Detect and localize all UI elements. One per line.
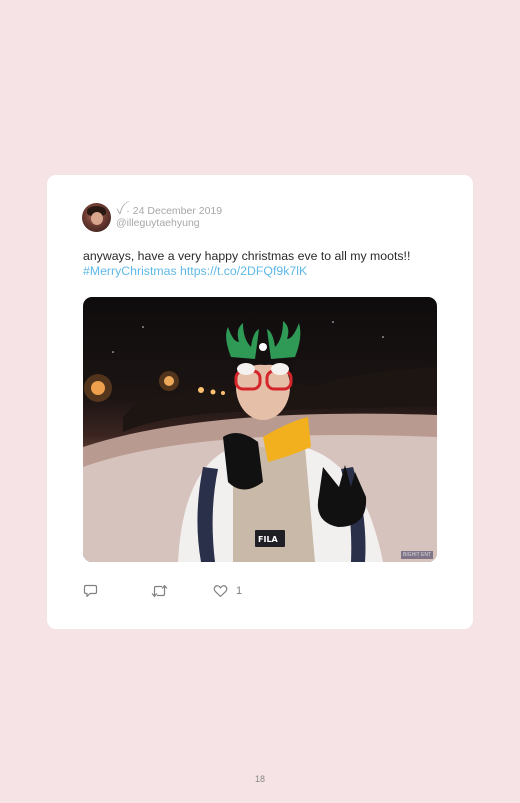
retweet-button[interactable] <box>151 584 213 598</box>
url-link[interactable]: https://t.co/2DFQf9k7lK <box>180 264 307 278</box>
tweet-card: ꪜ · 24 December 2019 @illeguytaehyung an… <box>47 175 473 629</box>
meta-separator: · <box>126 205 130 217</box>
user-handle[interactable]: @illeguytaehyung <box>116 217 222 229</box>
avatar[interactable] <box>82 203 111 232</box>
tweet-meta: ꪜ · 24 December 2019 @illeguytaehyung <box>116 205 222 229</box>
reply-button[interactable] <box>83 584 151 598</box>
photo-credit: BIGHIT ENT <box>401 551 433 559</box>
heart-icon <box>213 585 228 598</box>
avatar-face <box>91 212 103 225</box>
tweet-body: anyways, have a very happy christmas eve… <box>83 249 453 279</box>
display-name[interactable]: ꪜ <box>116 205 123 217</box>
photo-illustration: FILA <box>83 321 437 562</box>
tweet-date[interactable]: 24 December 2019 <box>133 205 222 217</box>
svg-text:FILA: FILA <box>258 535 279 544</box>
like-button[interactable]: 1 <box>213 584 242 598</box>
page-number: 18 <box>254 774 265 784</box>
tweet-photo[interactable]: FILA BIGHIT ENT <box>83 297 437 562</box>
reply-icon <box>83 584 98 598</box>
hashtag-link[interactable]: #MerryChristmas <box>83 264 177 278</box>
tweet-actions: 1 <box>83 584 242 598</box>
retweet-icon <box>151 584 168 598</box>
tweet-text: anyways, have a very happy christmas eve… <box>83 249 411 263</box>
like-count: 1 <box>236 585 243 597</box>
